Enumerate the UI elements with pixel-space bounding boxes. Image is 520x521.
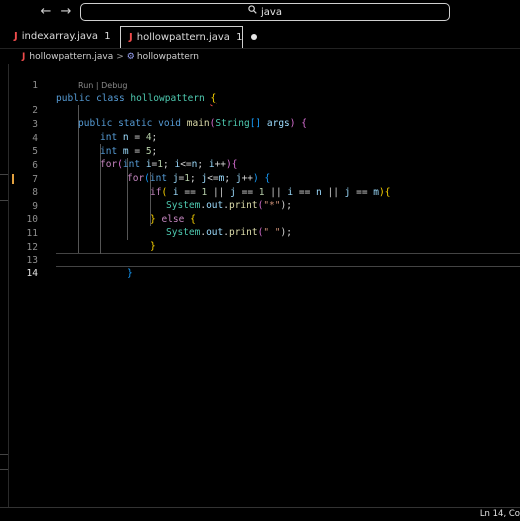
codelens-run-debug: Run | Debug [78, 81, 127, 90]
forward-arrow-icon[interactable]: → [58, 4, 74, 20]
title-bar: ← → java [0, 0, 520, 26]
codelens-separator: | [95, 81, 99, 90]
activity-marker [0, 454, 8, 455]
search-text: java [261, 7, 282, 18]
breadcrumb-separator: > [116, 52, 124, 62]
code-line[interactable]: 3 int n = 4; [8, 105, 520, 143]
tab-indexarray[interactable]: Jindexarray.java 1 [6, 26, 116, 48]
code-line[interactable]: 6 for(int j=1; j<=m; j++) { [8, 146, 520, 184]
code-line[interactable]: 2 public static void main(String[] args)… [8, 91, 520, 129]
token: } [127, 268, 133, 279]
activity-marker [0, 469, 8, 470]
breadcrumb-symbol[interactable]: hollowpattern [137, 52, 199, 62]
code-line[interactable]: 12 [8, 228, 520, 253]
code-line[interactable]: 8 System.out.print("*"); [8, 173, 520, 211]
search-icon [248, 4, 257, 20]
code-text: } [127, 267, 133, 280]
code-line[interactable]: 4 int m = 5; [8, 119, 520, 157]
tab-problem-count: 1 [236, 32, 243, 43]
code-line-current[interactable]: 14 [8, 254, 520, 279]
code-line[interactable]: 5 for(int i=1; i<=n; i++){ [8, 132, 520, 170]
code-line[interactable]: 13 } [8, 241, 520, 279]
code-line[interactable]: 9 } else { [8, 187, 520, 225]
breadcrumb: Jhollowpattern.java > ⚙ hollowpattern [0, 50, 520, 64]
activity-marker [0, 200, 8, 201]
code-line[interactable]: 11 } [8, 214, 520, 252]
debug-codelens[interactable]: Debug [101, 81, 127, 90]
tab-label: hollowpattern.java [136, 32, 230, 43]
status-bar: Ln 14, Co [0, 507, 520, 521]
java-file-icon: J [22, 52, 26, 62]
editor-tab-bar: Jindexarray.java 1 Jhollowpattern.java 1 [0, 26, 520, 49]
code-editor[interactable]: Run | Debug 1 public class hollowpattern… [8, 64, 520, 507]
line-number: 14 [26, 268, 38, 279]
run-codelens[interactable]: Run [78, 81, 93, 90]
breadcrumb-file[interactable]: hollowpattern.java [29, 52, 113, 62]
command-center-search[interactable]: java [80, 3, 450, 21]
unsaved-dot-icon[interactable] [250, 34, 257, 40]
code-line[interactable]: 10 System.out.print(" "); [8, 200, 520, 238]
tab-label: indexarray.java [21, 31, 99, 42]
cursor-position[interactable]: Ln 14, Co [480, 508, 520, 521]
class-symbol-icon: ⚙ [126, 52, 135, 62]
code-line[interactable]: 7 if( i == 1 || j == 1 || i == n || j ==… [8, 160, 520, 198]
back-arrow-icon[interactable]: ← [38, 4, 54, 20]
java-file-icon: J [129, 32, 133, 43]
tab-hollowpattern[interactable]: Jhollowpattern.java 1 [120, 26, 257, 48]
java-file-icon: J [14, 31, 18, 42]
activity-marker [0, 174, 8, 175]
code-line[interactable]: 1 public class hollowpattern { [8, 66, 520, 104]
tab-problem-count: 1 [104, 31, 111, 42]
